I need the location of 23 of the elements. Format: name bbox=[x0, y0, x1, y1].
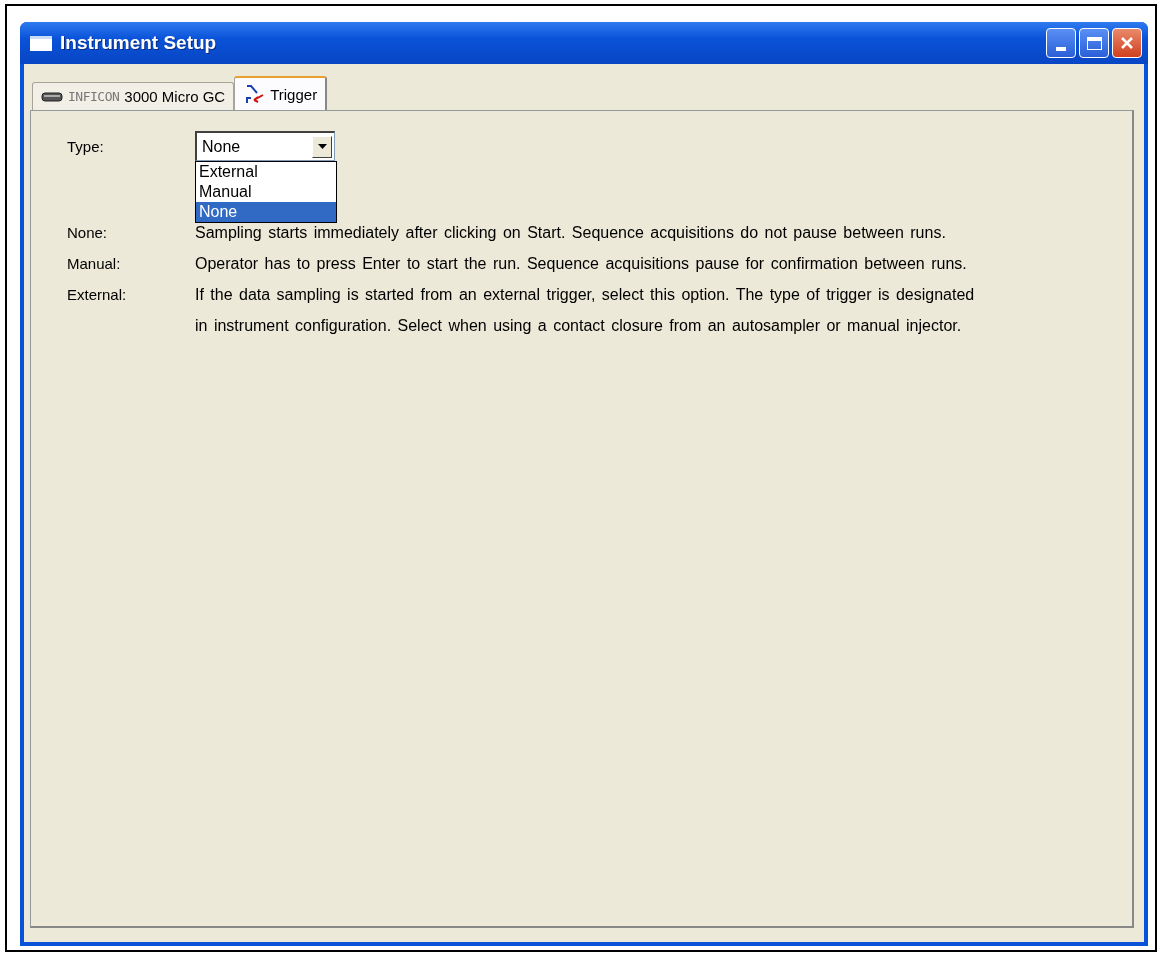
maximize-button[interactable] bbox=[1079, 28, 1109, 58]
device-icon bbox=[41, 91, 63, 102]
dropdown-option[interactable]: None bbox=[196, 202, 336, 222]
description-text: in instrument configuration. Select when using a contact closure from an autosampler or manual injector. bbox=[195, 316, 963, 336]
tab[interactable]: INFICON 3000 Micro GC bbox=[32, 82, 235, 110]
trigger-type-label: Manual: bbox=[67, 254, 122, 274]
trigger-type-label: External: bbox=[67, 285, 128, 305]
trigger-type-label: None: bbox=[67, 223, 109, 243]
close-icon bbox=[1119, 35, 1135, 51]
description-text: Sampling starts immediately after clicking on Start. Sequence acquisitions do not pause between runs. bbox=[195, 223, 946, 243]
minimize-button[interactable] bbox=[1046, 28, 1076, 58]
close-button[interactable] bbox=[1112, 28, 1142, 58]
dropdown-option[interactable]: External bbox=[196, 162, 336, 182]
trigger-icon bbox=[243, 83, 266, 105]
caret-icon bbox=[317, 144, 327, 149]
type-label: Type: bbox=[67, 137, 105, 155]
window-icon bbox=[30, 35, 52, 51]
dropdown-option[interactable]: Manual bbox=[196, 182, 336, 202]
description-text: If the data sampling is started from an external trigger, select this option. The type of trigger is designated bbox=[195, 285, 975, 305]
tab[interactable]: Trigger bbox=[234, 76, 328, 110]
type-dropdown[interactable]: None bbox=[195, 131, 335, 161]
description-text: Operator has to press Enter to start the run. Sequence acquisitions pause for confirmation between runs. bbox=[195, 254, 967, 274]
window-title: Instrument Setup bbox=[60, 32, 217, 54]
